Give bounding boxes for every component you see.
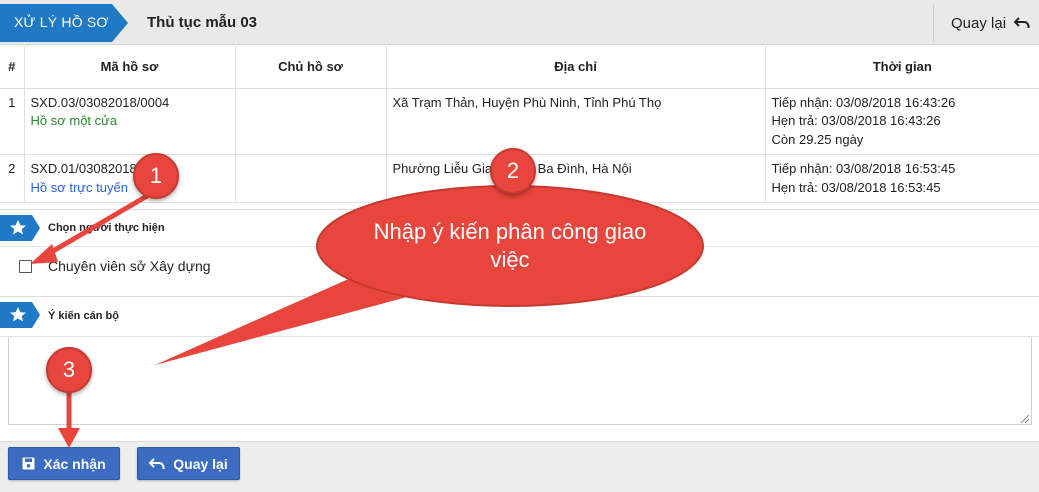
received-time: Tiếp nhận: 03/08/2018 16:43:26 xyxy=(771,94,956,110)
star-icon xyxy=(0,302,40,328)
top-bar: XỬ LÝ HỒ SƠ Thủ tục mẫu 03 Quay lại xyxy=(0,0,1039,45)
table-header-row: # Mã hồ sơ Chủ hồ sơ Địa chỉ Thời gian xyxy=(0,46,1039,89)
record-code[interactable]: SXD.01/03082018/0002 xyxy=(31,160,229,179)
breadcrumb-label: XỬ LÝ HỒ SƠ xyxy=(14,14,109,30)
undo-icon xyxy=(1014,17,1030,28)
row-number: 2 xyxy=(0,154,25,203)
remaining-time: Còn 29.25 ngày xyxy=(771,131,864,147)
back-button[interactable]: Quay lại xyxy=(137,447,240,480)
confirm-label: Xác nhận xyxy=(43,455,106,472)
assignee-checkbox[interactable] xyxy=(19,260,32,273)
record-time-cell: Tiếp nhận: 03/08/2018 16:43:26 Hẹn trả: … xyxy=(765,88,1039,155)
due-time: Hẹn trả: 03/08/2018 16:53:45 xyxy=(771,179,941,195)
col-header-time: Thời gian xyxy=(765,46,1039,89)
record-code-cell: SXD.03/03082018/0004 Hồ sơ một cửa xyxy=(24,88,236,155)
opinion-textarea[interactable] xyxy=(8,337,1032,425)
record-address: Xã Trạm Thản, Huyện Phù Ninh, Tỉnh Phú T… xyxy=(386,88,766,155)
callout-text: Nhập ý kiến phân công giao việc xyxy=(373,219,647,272)
confirm-button[interactable]: Xác nhận xyxy=(8,447,120,480)
col-header-owner: Chủ hồ sơ xyxy=(235,46,387,89)
save-icon xyxy=(22,457,35,470)
opinion-section-header: Ý kiến cán bộ xyxy=(0,296,1039,337)
step-badge-2: 2 xyxy=(490,148,536,194)
top-back-button[interactable]: Quay lại xyxy=(933,4,1039,42)
top-back-label: Quay lại xyxy=(951,14,1007,32)
assign-section-title: Chọn người thực hiện xyxy=(48,222,165,234)
col-header-num: # xyxy=(0,46,25,89)
procedure-title: Thủ tục mẫu 03 xyxy=(147,14,258,31)
record-owner xyxy=(235,88,387,155)
record-owner xyxy=(235,154,387,203)
opinion-section-title: Ý kiến cán bộ xyxy=(48,310,119,322)
step-badge-1: 1 xyxy=(133,153,179,199)
star-icon xyxy=(0,215,40,241)
record-address: Phường Liễu Giai, Quận Ba Đình, Hà Nội xyxy=(386,154,766,203)
record-channel: Hồ sơ trực tuyến xyxy=(30,179,128,195)
record-time-cell: Tiếp nhận: 03/08/2018 16:53:45 Hẹn trả: … xyxy=(765,154,1039,203)
due-time: Hẹn trả: 03/08/2018 16:43:26 xyxy=(771,113,941,128)
breadcrumb[interactable]: XỬ LÝ HỒ SƠ xyxy=(0,4,128,42)
record-channel: Hồ sơ một cửa xyxy=(30,113,118,128)
step-badge-3: 3 xyxy=(46,347,92,393)
undo-icon xyxy=(149,457,165,469)
col-header-code: Mã hồ sơ xyxy=(24,46,236,89)
row-number: 1 xyxy=(0,88,25,155)
received-time: Tiếp nhận: 03/08/2018 16:53:45 xyxy=(771,161,956,176)
assignee-label[interactable]: Chuyên viên sở Xây dựng xyxy=(48,258,211,274)
resize-grip-icon[interactable] xyxy=(1020,414,1030,424)
record-code[interactable]: SXD.03/03082018/0004 xyxy=(31,94,229,113)
col-header-address: Địa chỉ xyxy=(386,46,766,89)
table-row[interactable]: 1 SXD.03/03082018/0004 Hồ sơ một cửa Xã … xyxy=(0,88,1039,155)
record-code-cell: SXD.01/03082018/0002 Hồ sơ trực tuyến xyxy=(24,154,236,203)
back-label: Quay lại xyxy=(173,455,228,472)
